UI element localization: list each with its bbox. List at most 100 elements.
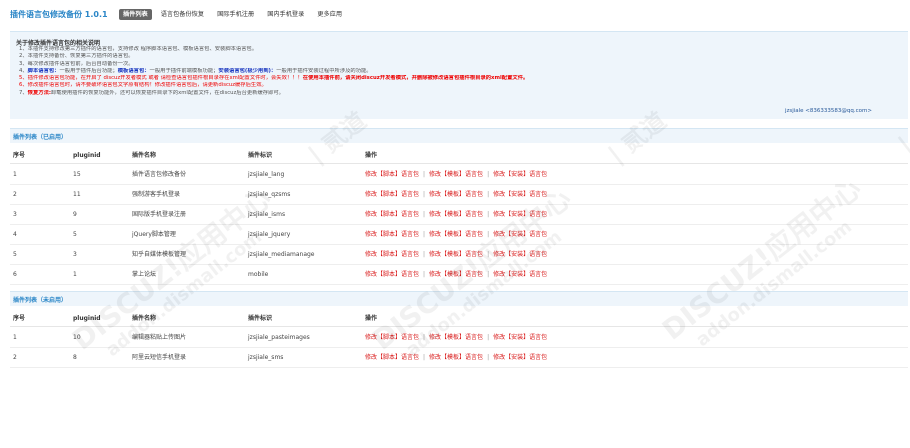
row-actions: 修改【脚本】语言包 | 修改【模板】语言包 | 修改【安装】语言包 (365, 245, 547, 264)
edit-script-lang-link[interactable]: 修改【脚本】语言包 (365, 271, 419, 278)
tab-plugin-list[interactable]: 插件列表 (119, 9, 152, 20)
row-actions: 修改【脚本】语言包 | 修改【模板】语言包 | 修改【安装】语言包 (365, 205, 547, 224)
disabled-table-header: 序号 pluginid 插件名称 插件标识 操作 (10, 312, 908, 327)
notice-line-7: 7、恢复方法:卸载使用插件的恢复功能外，还可以恢复插件目录下的xml配置文件，在… (19, 90, 899, 97)
tab-more-apps[interactable]: 更多应用 (313, 9, 346, 20)
col-header-ident: 插件标识 (248, 152, 273, 159)
edit-template-lang-link[interactable]: 修改【模板】语言包 (429, 211, 483, 218)
row-actions: 修改【脚本】语言包 | 修改【模板】语言包 | 修改【安装】语言包 (365, 165, 547, 184)
col-header-ident: 插件标识 (248, 315, 273, 322)
col-header-no: 序号 (13, 152, 26, 159)
row-pluginid: 8 (73, 354, 77, 361)
row-pluginid: 10 (73, 334, 81, 341)
row-plugin-ident: jzsjiale_pasteimages (248, 334, 310, 341)
notice-term-template: 模板语言包： (117, 67, 150, 74)
col-header-name: 插件名称 (132, 315, 157, 322)
enabled-section-title: 插件列表（已启用） (13, 134, 68, 141)
edit-install-lang-link[interactable]: 修改【安装】语言包 (493, 354, 547, 361)
row-plugin-ident: jzsjiale_mediamanage (248, 251, 315, 258)
separator: | (487, 354, 490, 361)
notice-line-6: 6、修改插件语言包时，请不要破坏语言包文字原有结构！修改插件语言包后，请更新di… (19, 82, 899, 89)
separator: | (487, 171, 490, 178)
col-header-actions: 操作 (365, 152, 378, 159)
edit-script-lang-link[interactable]: 修改【脚本】语言包 (365, 191, 419, 198)
table-row: 6 1 掌上论坛 mobile 修改【脚本】语言包 | 修改【模板】语言包 | 修改【安… (10, 265, 908, 286)
notice-line-4: 4、脚本语言包：一般用于插件后台功能；模板语言包：一般用于插件前端模板功能；安装… (19, 68, 899, 75)
edit-template-lang-link[interactable]: 修改【模板】语言包 (429, 171, 483, 178)
notice-text-install: 一般用于插件安装过程中所涉及的功能。 (276, 67, 372, 74)
edit-install-lang-link[interactable]: 修改【安装】语言包 (493, 231, 547, 238)
row-pluginid: 9 (73, 211, 77, 218)
row-pluginid: 15 (73, 171, 81, 178)
row-pluginid: 3 (73, 251, 77, 258)
notice-line-7-prefix: 7、 (19, 89, 28, 96)
row-plugin-ident: jzsjiale_lang (248, 171, 285, 178)
notice-text-restore: 卸载使用插件的恢复功能外，还可以恢复插件目录下的xml配置文件，在discuz后… (50, 89, 284, 96)
tab-backup-restore[interactable]: 语言包备份恢复 (157, 9, 208, 20)
notice-term-restore: 恢复方法: (27, 89, 51, 96)
notice-box: 关于修改插件语言包的相关说明 1、本插件支持修改第三方插件的语言包，支持修改 程… (10, 31, 908, 119)
table-row: 3 9 国际版手机登录注册 jzsjiale_isms 修改【脚本】语言包 | 修改… (10, 205, 908, 226)
edit-template-lang-link[interactable]: 修改【模板】语言包 (429, 271, 483, 278)
edit-install-lang-link[interactable]: 修改【安装】语言包 (493, 211, 547, 218)
notice-line-3: 3、每次修改插件语言包前，后台自动备份一次。 (19, 60, 134, 67)
notice-lines: 1、本插件支持修改第三方插件的语言包，支持修改 程序脚本语言包、模板语言包、安装… (19, 46, 899, 97)
row-plugin-ident: mobile (248, 271, 269, 278)
edit-script-lang-link[interactable]: 修改【脚本】语言包 (365, 334, 419, 341)
edit-install-lang-link[interactable]: 修改【安装】语言包 (493, 334, 547, 341)
edit-script-lang-link[interactable]: 修改【脚本】语言包 (365, 211, 419, 218)
edit-template-lang-link[interactable]: 修改【模板】语言包 (429, 251, 483, 258)
row-no: 1 (13, 334, 17, 341)
row-plugin-ident: jzsjiale_sms (248, 354, 284, 361)
table-row: 1 15 插件语言包修改备份 jzsjiale_lang 修改【脚本】语言包 | 修… (10, 165, 908, 186)
separator: | (423, 171, 426, 178)
edit-template-lang-link[interactable]: 修改【模板】语言包 (429, 334, 483, 341)
edit-template-lang-link[interactable]: 修改【模板】语言包 (429, 354, 483, 361)
row-actions: 修改【脚本】语言包 | 修改【模板】语言包 | 修改【安装】语言包 (365, 265, 547, 284)
separator: | (423, 271, 426, 278)
notice-text-template: 一般用于插件前端模板功能； (149, 67, 219, 74)
edit-script-lang-link[interactable]: 修改【脚本】语言包 (365, 251, 419, 258)
row-plugin-name: 插件语言包修改备份 (132, 171, 187, 178)
author-contact: jzsjiale <836333583@qq.com> (784, 108, 872, 114)
notice-line-2: 2、本插件支持备份、恢复第三方插件的语言包。 (19, 53, 134, 60)
row-pluginid: 1 (73, 271, 77, 278)
disabled-section-header: 插件列表（未启用） (10, 291, 908, 306)
edit-template-lang-link[interactable]: 修改【模板】语言包 (429, 231, 483, 238)
notice-line-5-warning: 5、插件修改语言包功能，在开启了 discuz开发者模式 或者 请检查语言包插件… (19, 75, 303, 82)
row-plugin-ident: jzsjiale_qzsms (248, 191, 291, 198)
notice-line-5-instruction: 在使用本插件前，请关闭discuz开发者模式，并删除被修改语言包插件根目录的xm… (302, 75, 529, 82)
tab-intl-sms-register[interactable]: 国际手机注册 (213, 9, 258, 20)
edit-script-lang-link[interactable]: 修改【脚本】语言包 (365, 354, 419, 361)
notice-term-script: 脚本语言包： (27, 67, 60, 74)
notice-line-5: 5、插件修改语言包功能，在开启了 discuz开发者模式 或者 请检查语言包插件… (19, 75, 899, 82)
row-pluginid: 11 (73, 191, 81, 198)
edit-install-lang-link[interactable]: 修改【安装】语言包 (493, 171, 547, 178)
notice-line-6-text: 6、修改插件语言包时，请不要破坏语言包文字原有结构！修改插件语言包后，请更新di… (19, 82, 267, 89)
edit-install-lang-link[interactable]: 修改【安装】语言包 (493, 251, 547, 258)
edit-install-lang-link[interactable]: 修改【安装】语言包 (493, 191, 547, 198)
row-no: 4 (13, 231, 17, 238)
edit-script-lang-link[interactable]: 修改【脚本】语言包 (365, 171, 419, 178)
disabled-section-title: 插件列表（未启用） (13, 297, 68, 304)
row-no: 3 (13, 211, 17, 218)
row-plugin-name: 掌上论坛 (132, 271, 157, 278)
row-actions: 修改【脚本】语言包 | 修改【模板】语言包 | 修改【安装】语言包 (365, 185, 547, 204)
row-no: 6 (13, 271, 17, 278)
row-actions: 修改【脚本】语言包 | 修改【模板】语言包 | 修改【安装】语言包 (365, 225, 547, 244)
row-plugin-name: 编辑器粘贴上传图片 (132, 334, 187, 341)
col-header-no: 序号 (13, 315, 26, 322)
table-row: 2 11 强制游客手机登录 jzsjiale_qzsms 修改【脚本】语言包 | 修… (10, 185, 908, 206)
app-title: 插件语言包修改备份 1.0.1 (10, 10, 108, 19)
tab-domestic-sms-login[interactable]: 国内手机登录 (263, 9, 308, 20)
edit-install-lang-link[interactable]: 修改【安装】语言包 (493, 271, 547, 278)
notice-line-1: 1、本插件支持修改第三方插件的语言包，支持修改 程序脚本语言包、模板语言包、安装… (19, 46, 258, 52)
separator: | (423, 191, 426, 198)
separator: | (487, 251, 490, 258)
separator: | (423, 231, 426, 238)
table-row: 1 10 编辑器粘贴上传图片 jzsjiale_pasteimages 修改【脚… (10, 328, 908, 349)
enabled-table-header: 序号 pluginid 插件名称 插件标识 操作 (10, 149, 908, 164)
separator: | (487, 334, 490, 341)
edit-script-lang-link[interactable]: 修改【脚本】语言包 (365, 231, 419, 238)
edit-template-lang-link[interactable]: 修改【模板】语言包 (429, 191, 483, 198)
